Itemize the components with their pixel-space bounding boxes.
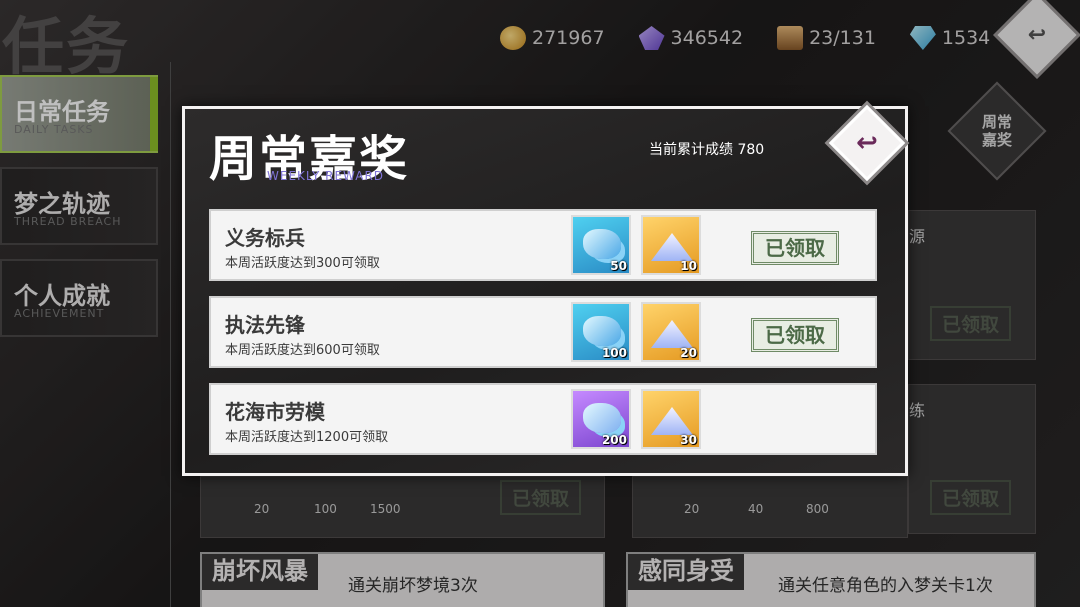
reward-condition: 本周活跃度达到1200可领取 bbox=[225, 430, 389, 445]
reward-condition: 本周活跃度达到600可领取 bbox=[225, 343, 380, 358]
claimed-badge: 已领取 bbox=[751, 231, 839, 265]
modal-subtitle: WEEKLY REWARD bbox=[267, 169, 385, 183]
reward-item[interactable]: 100 bbox=[571, 302, 631, 362]
score-value: 780 bbox=[737, 142, 765, 158]
reward-item[interactable]: 10 bbox=[641, 215, 701, 275]
reward-name: 义务标兵 bbox=[225, 226, 305, 250]
crystal-powder-icon bbox=[651, 233, 693, 261]
reward-item[interactable]: 30 bbox=[641, 389, 701, 449]
modal-back-button[interactable]: ↩ bbox=[828, 104, 906, 182]
item-qty: 50 bbox=[610, 259, 627, 273]
weekly-reward-modal: 周常嘉奖 WEEKLY REWARD 当前累计成绩 780 ↩ 义务标兵 本周活… bbox=[182, 104, 908, 476]
purple-gem-icon bbox=[583, 403, 621, 433]
item-qty: 200 bbox=[601, 433, 627, 447]
item-qty: 20 bbox=[680, 346, 697, 360]
reward-name: 花海市劳模 bbox=[225, 400, 325, 424]
crystal-powder-icon bbox=[651, 407, 693, 435]
claimed-badge: 已领取 bbox=[751, 318, 839, 352]
score-label: 当前累计成绩 bbox=[649, 142, 733, 158]
reward-condition: 本周活跃度达到300可领取 bbox=[225, 256, 380, 271]
reward-item[interactable]: 20 bbox=[641, 302, 701, 362]
back-arrow-icon: ↩ bbox=[856, 128, 878, 158]
reward-name: 执法先锋 bbox=[225, 313, 305, 337]
reward-row: 执法先锋 本周活跃度达到600可领取 100 20 已领取 bbox=[209, 296, 877, 368]
item-qty: 30 bbox=[680, 433, 697, 447]
crystal-powder-icon bbox=[651, 320, 693, 348]
blue-gem-icon bbox=[583, 316, 621, 346]
item-qty: 10 bbox=[680, 259, 697, 273]
score-display: 当前累计成绩 780 bbox=[649, 139, 764, 159]
blue-gem-icon bbox=[583, 229, 621, 259]
item-qty: 100 bbox=[601, 346, 627, 360]
reward-row: 义务标兵 本周活跃度达到300可领取 50 10 已领取 bbox=[209, 209, 877, 281]
reward-row[interactable]: 花海市劳模 本周活跃度达到1200可领取 200 30 bbox=[209, 383, 877, 455]
reward-item[interactable]: 200 bbox=[571, 389, 631, 449]
reward-item[interactable]: 50 bbox=[571, 215, 631, 275]
